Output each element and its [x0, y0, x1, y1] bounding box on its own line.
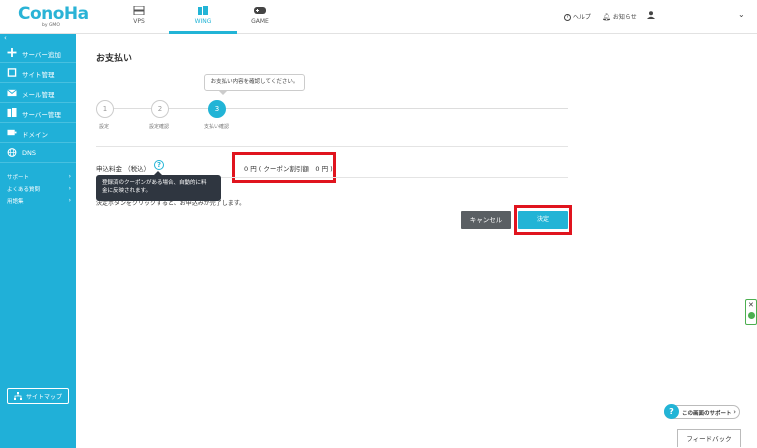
- square-icon: [7, 68, 17, 77]
- status-dot-icon: [748, 312, 755, 319]
- page-support-button[interactable]: ? この画面のサポート ›: [664, 404, 740, 419]
- building-icon: [198, 6, 208, 15]
- step-2-label: 設定確認: [149, 124, 170, 130]
- sitemap-icon: [14, 392, 22, 400]
- sidebar-item-add-server[interactable]: サーバー追加: [0, 43, 76, 63]
- sidebar: ‹ サーバー追加 サイト管理 メール管理 サーバー管理 ドメイン DNS サポー…: [0, 34, 76, 448]
- close-icon[interactable]: ✕: [748, 301, 754, 309]
- step-1-circle: 1: [96, 100, 114, 118]
- step-3-label: 支払い確認: [204, 124, 230, 130]
- sidebar-item-label: ドメイン: [22, 131, 48, 139]
- server-stack-icon: [7, 108, 17, 117]
- user-icon[interactable]: [647, 11, 655, 19]
- feedback-button[interactable]: フィードバック: [677, 429, 741, 447]
- step-1-label: 設定: [99, 124, 110, 130]
- sidebar-item-label: サーバー追加: [22, 51, 61, 59]
- help-circle-icon: ?: [564, 14, 571, 21]
- server-icon: [133, 6, 145, 15]
- sidebar-item-label: DNS: [22, 149, 36, 157]
- sidebar-link-support[interactable]: サポート ›: [7, 173, 71, 181]
- cancel-button[interactable]: キャンセル: [461, 211, 511, 229]
- help-link[interactable]: ? ヘルプ: [564, 12, 591, 21]
- sidebar-link-glossary[interactable]: 用語集 ›: [7, 197, 71, 205]
- chevron-down-icon[interactable]: ⌄: [738, 10, 745, 19]
- step-tooltip: お支払い内容を確認してください。: [204, 74, 305, 95]
- conoha-logo[interactable]: ConoHa by GMO: [18, 4, 89, 31]
- tab-vps-label: VPS: [133, 18, 145, 25]
- notice-link[interactable]: 🔔︎ お知らせ: [602, 12, 637, 21]
- gamepad-icon: [254, 7, 266, 14]
- globe-icon: [7, 148, 17, 157]
- sidebar-link-label: 用語集: [7, 199, 24, 205]
- tab-game-label: GAME: [251, 18, 269, 25]
- sidebar-item-label: サーバー管理: [22, 111, 61, 119]
- sidebar-link-label: よくある質問: [7, 187, 41, 193]
- sidebar-item-site[interactable]: サイト管理: [0, 63, 76, 83]
- step-3-circle: 3: [208, 100, 226, 118]
- fee-highlight-box: [232, 152, 336, 183]
- question-icon: ?: [664, 404, 679, 419]
- step-2-circle: 2: [151, 100, 169, 118]
- sidebar-link-faq[interactable]: よくある質問 ›: [7, 185, 71, 193]
- chevron-right-icon: ›: [68, 173, 71, 180]
- help-icon[interactable]: ?: [154, 160, 164, 170]
- notice-label: お知らせ: [612, 14, 637, 21]
- sidebar-link-label: サポート: [7, 175, 30, 181]
- sidebar-item-label: サイト管理: [22, 71, 55, 79]
- fee-label: 申込料金 （税込）: [96, 165, 151, 173]
- collapse-icon[interactable]: ‹: [4, 34, 7, 42]
- side-widget[interactable]: ✕: [745, 299, 757, 325]
- sidebar-item-mail[interactable]: メール管理: [0, 83, 76, 103]
- sidebar-item-domain[interactable]: ドメイン: [0, 123, 76, 143]
- plus-icon: [7, 48, 17, 57]
- support-label: この画面のサポート: [682, 411, 732, 417]
- sidebar-item-label: メール管理: [22, 91, 55, 99]
- sidebar-item-server[interactable]: サーバー管理: [0, 103, 76, 123]
- chevron-right-icon: ›: [68, 185, 71, 192]
- help-label: ヘルプ: [572, 14, 591, 21]
- coupon-tooltip-line2: 金に反映されます。: [102, 188, 151, 194]
- logo-text: ConoHa: [18, 4, 89, 24]
- section-divider: [96, 146, 568, 147]
- sidebar-item-dns[interactable]: DNS: [0, 143, 76, 163]
- coupon-tooltip-line1: 登録済のクーポンがある場合、自動的に料: [102, 180, 207, 186]
- domain-icon: [7, 129, 17, 136]
- chevron-right-icon: ›: [733, 408, 736, 416]
- page-title: お支払い: [96, 54, 133, 64]
- sitemap-button[interactable]: サイトマップ: [7, 388, 69, 404]
- bell-icon: 🔔︎: [602, 13, 611, 21]
- decide-highlight-box: [514, 205, 572, 235]
- logo-sub: by GMO: [42, 23, 60, 28]
- top-header: ConoHa by GMO VPS WING GAME ? ヘルプ 🔔︎ お知ら…: [0, 0, 757, 34]
- chevron-right-icon: ›: [68, 197, 71, 204]
- tab-vps[interactable]: VPS: [105, 0, 173, 34]
- coupon-tooltip: 登録済のクーポンがある場合、自動的に料 金に反映されます。: [96, 171, 221, 201]
- mail-icon: [7, 89, 17, 97]
- sitemap-label: サイトマップ: [26, 394, 63, 401]
- tab-game[interactable]: GAME: [226, 0, 294, 34]
